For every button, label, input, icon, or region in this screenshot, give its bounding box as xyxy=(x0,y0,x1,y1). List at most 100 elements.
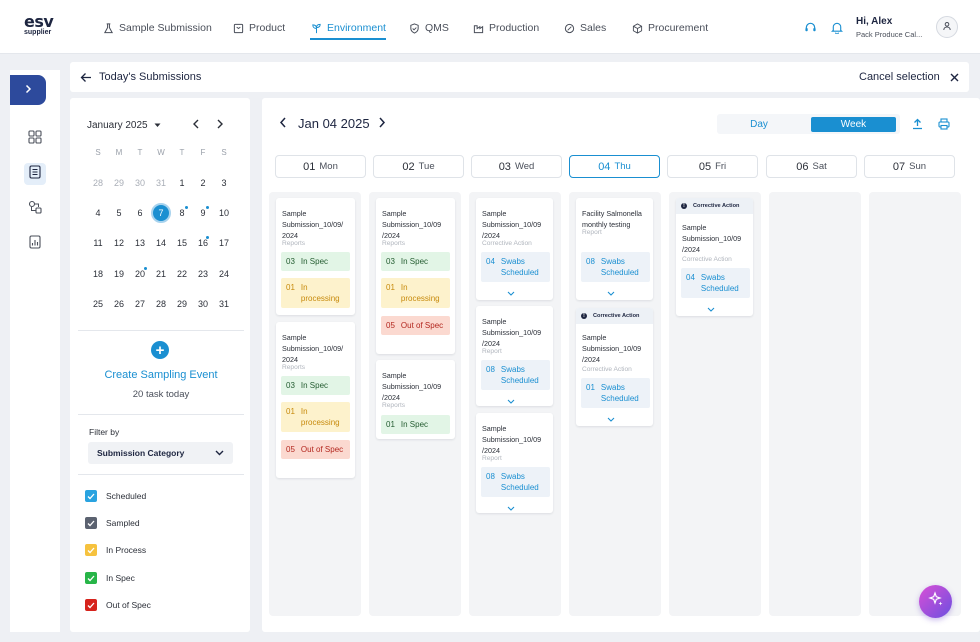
status-pill-in-spec[interactable]: 03 In Spec xyxy=(381,252,450,271)
status-pill-swabs-scheduled[interactable]: 08 Swabs Scheduled xyxy=(481,467,550,497)
status-pill-out-of-spec[interactable]: 05 Out of Spec xyxy=(281,440,350,459)
submission-category-select[interactable]: Submission Category xyxy=(88,442,233,464)
month-selector[interactable]: January 2025 xyxy=(87,120,161,131)
checkbox-checked-icon[interactable] xyxy=(85,572,97,584)
calendar-day[interactable]: 29 xyxy=(109,173,129,193)
calendar-day[interactable]: 31 xyxy=(151,173,171,193)
calendar-day[interactable]: 30 xyxy=(130,173,150,193)
calendar-day[interactable]: 18 xyxy=(88,264,108,284)
calendar-day[interactable]: 13 xyxy=(130,233,150,253)
add-event-button[interactable]: + xyxy=(151,341,169,359)
submission-card[interactable]: Sample Submission_10/09 /2024 Report 08 S… xyxy=(476,413,553,513)
calendar-day[interactable]: 25 xyxy=(88,294,108,314)
calendar-day[interactable]: 10 xyxy=(214,203,234,223)
submission-card[interactable]: Sample Submission_10/09/ 2024 Reports 03… xyxy=(276,322,355,478)
legend-scheduled[interactable]: Scheduled xyxy=(85,490,146,502)
submission-card[interactable]: Sample Submission_10/09 /2024 Reports 01… xyxy=(376,360,455,439)
submission-card[interactable]: Sample Submission_10/09 /2024 Reports 03… xyxy=(376,198,455,354)
chevron-down-icon[interactable] xyxy=(707,306,715,312)
close-icon[interactable] xyxy=(949,72,959,82)
support-headset-icon[interactable] xyxy=(803,20,817,34)
calendar-day[interactable]: 23 xyxy=(193,264,213,284)
prev-week-button[interactable] xyxy=(277,117,289,130)
corrective-action-card[interactable]: ! Corrective Action Sample Submission_10/… xyxy=(676,198,753,316)
day-header-tue[interactable]: 02 Tue xyxy=(373,155,464,178)
cancel-selection-button[interactable]: Cancel selection xyxy=(859,71,940,83)
calendar-day[interactable]: 17 xyxy=(214,233,234,253)
rail-submissions[interactable] xyxy=(24,163,46,185)
calendar-day[interactable]: 26 xyxy=(109,294,129,314)
calendar-day[interactable]: 27 xyxy=(130,294,150,314)
status-pill-out-of-spec[interactable]: 05 Out of Spec xyxy=(381,316,450,335)
calendar-day[interactable]: 9 xyxy=(193,203,213,223)
view-week-button[interactable]: Week xyxy=(811,117,896,132)
status-pill-in-spec[interactable]: 01 In Spec xyxy=(381,415,450,434)
ai-assistant-button[interactable] xyxy=(919,585,952,618)
calendar-day[interactable]: 14 xyxy=(151,233,171,253)
calendar-day[interactable]: 12 xyxy=(109,233,129,253)
back-arrow-icon[interactable] xyxy=(80,71,92,83)
calendar-day[interactable]: 30 xyxy=(193,294,213,314)
calendar-day-selected[interactable]: 7 xyxy=(151,203,171,223)
calendar-day[interactable]: 4 xyxy=(88,203,108,223)
print-icon[interactable] xyxy=(938,118,950,130)
day-header-mon[interactable]: 01 Mon xyxy=(275,155,366,178)
calendar-day[interactable]: 28 xyxy=(151,294,171,314)
calendar-day[interactable]: 16 xyxy=(193,233,213,253)
checkbox-checked-icon[interactable] xyxy=(85,599,97,611)
rail-reports[interactable] xyxy=(24,233,46,255)
nav-item-qms[interactable]: QMS xyxy=(408,18,449,38)
nav-item-product[interactable]: Product xyxy=(232,18,285,38)
calendar-day[interactable]: 20 xyxy=(130,264,150,284)
status-pill-in-spec[interactable]: 03 In Spec xyxy=(281,376,350,395)
day-header-sun[interactable]: 07 Sun xyxy=(864,155,955,178)
esv-supplier-logo[interactable]: esv supplier xyxy=(24,14,60,37)
submission-card[interactable]: Sample Submission_10/09 /2024 Corrective… xyxy=(476,198,553,300)
legend-sampled[interactable]: Sampled xyxy=(85,517,140,529)
checkbox-checked-icon[interactable] xyxy=(85,544,97,556)
chevron-down-icon[interactable] xyxy=(607,290,615,296)
nav-item-sales[interactable]: Sales xyxy=(563,18,606,38)
nav-item-procurement[interactable]: Procurement xyxy=(631,18,708,38)
calendar-day[interactable]: 21 xyxy=(151,264,171,284)
submission-card[interactable]: Facility Salmonella monthly testing Repo… xyxy=(576,198,653,300)
prev-month-button[interactable] xyxy=(190,119,202,131)
export-upload-icon[interactable] xyxy=(911,118,923,130)
nav-item-production[interactable]: Production xyxy=(472,18,539,38)
calendar-day[interactable]: 19 xyxy=(109,264,129,284)
status-pill-swabs-scheduled[interactable]: 08 Swabs Scheduled xyxy=(581,252,650,282)
calendar-day[interactable]: 5 xyxy=(109,203,129,223)
next-month-button[interactable] xyxy=(214,119,226,131)
calendar-day[interactable]: 31 xyxy=(214,294,234,314)
checkbox-checked-icon[interactable] xyxy=(85,517,97,529)
status-pill-swabs-scheduled[interactable]: 08 Swabs Scheduled xyxy=(481,360,550,390)
day-header-sat[interactable]: 06 Sat xyxy=(766,155,857,178)
corrective-action-card[interactable]: ! Corrective Action Sample Submission_10/… xyxy=(576,308,653,426)
submission-card[interactable]: Sample Submission_10/09/ 2024 Reports 03… xyxy=(276,198,355,315)
legend-out-of-spec[interactable]: Out of Spec xyxy=(85,599,151,611)
status-pill-swabs-scheduled[interactable]: 01 Swabs Scheduled xyxy=(581,378,650,408)
calendar-day[interactable]: 2 xyxy=(193,173,213,193)
status-pill-in-processing[interactable]: 01 In processing xyxy=(281,402,350,432)
calendar-day[interactable]: 6 xyxy=(130,203,150,223)
calendar-day[interactable]: 15 xyxy=(172,233,192,253)
create-sampling-event-link[interactable]: Create Sampling Event xyxy=(78,369,244,381)
legend-in-spec[interactable]: In Spec xyxy=(85,572,135,584)
rail-dashboard[interactable] xyxy=(24,128,46,150)
chevron-down-icon[interactable] xyxy=(507,290,515,296)
calendar-day[interactable]: 1 xyxy=(172,173,192,193)
nav-item-environment[interactable]: Environment xyxy=(310,18,386,40)
submission-card[interactable]: Sample Submission_10/09 /2024 Report 08 S… xyxy=(476,306,553,406)
chevron-down-icon[interactable] xyxy=(507,398,515,404)
calendar-day[interactable]: 24 xyxy=(214,264,234,284)
next-week-button[interactable] xyxy=(376,117,388,130)
expand-sidebar-button[interactable] xyxy=(10,75,46,105)
checkbox-checked-icon[interactable] xyxy=(85,490,97,502)
calendar-day[interactable]: 8 xyxy=(172,203,192,223)
view-day-button[interactable]: Day xyxy=(719,117,799,132)
legend-in-process[interactable]: In Process xyxy=(85,544,146,556)
user-avatar[interactable] xyxy=(936,16,958,38)
calendar-day[interactable]: 22 xyxy=(172,264,192,284)
calendar-day[interactable]: 11 xyxy=(88,233,108,253)
chevron-down-icon[interactable] xyxy=(607,416,615,422)
